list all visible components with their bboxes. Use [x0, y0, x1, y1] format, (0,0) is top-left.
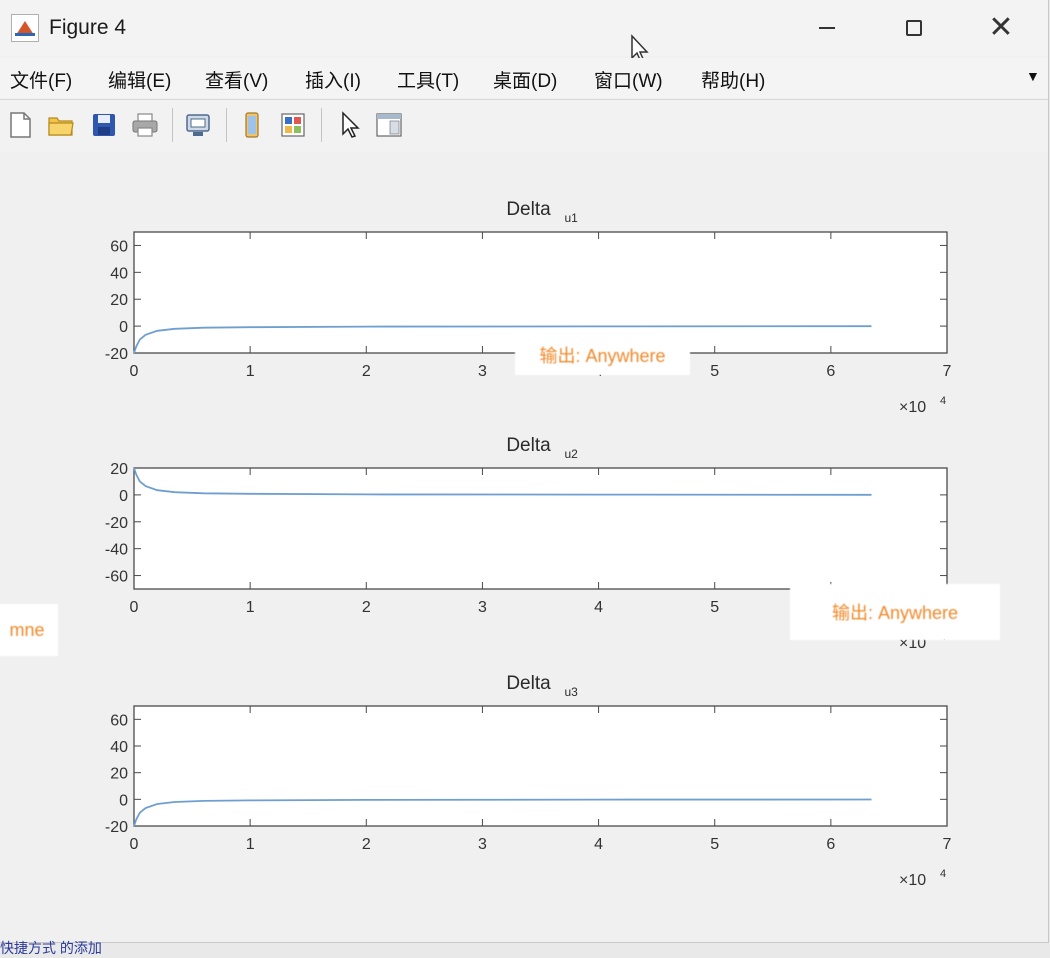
x-tick-label: 6	[826, 363, 835, 380]
y-tick-label: 0	[119, 319, 128, 336]
maximize-button[interactable]	[885, 8, 943, 48]
y-tick-label: -60	[105, 569, 128, 586]
status-text: 快捷方式 的添加	[0, 940, 102, 956]
menu-desktop[interactable]: 桌面(D)	[493, 66, 557, 93]
watermark-overlay: mne	[0, 604, 58, 656]
x-exponent-label: ×10	[899, 872, 926, 889]
x-tick-label: 7	[943, 836, 952, 853]
y-tick-label: -20	[105, 819, 128, 836]
x-tick-label: 0	[130, 836, 139, 853]
y-tick-label: 40	[110, 739, 128, 756]
matlab-figure-icon	[11, 14, 39, 42]
y-tick-label: 0	[119, 792, 128, 809]
menu-edit[interactable]: 编辑(E)	[108, 66, 171, 93]
figure-window: Figure 4 ✕ 文件(F) 编辑(E) 查看(V) 插入(I) 工具(T)…	[0, 0, 1049, 943]
subplot-canvas: Deltau1012345676040200-20×104Deltau20123…	[105, 199, 952, 889]
x-tick-label: 2	[362, 599, 371, 616]
x-tick-label: 5	[710, 836, 719, 853]
x-exponent-power: 4	[940, 395, 946, 407]
maximize-icon	[906, 20, 922, 36]
y-tick-label: 20	[110, 292, 128, 309]
menu-view[interactable]: 查看(V)	[205, 66, 268, 93]
insert-colorbar-icon[interactable]	[278, 110, 308, 140]
title-bar: Figure 4 ✕	[0, 0, 1048, 56]
link-plot-icon[interactable]	[237, 110, 267, 140]
y-tick-label: 60	[110, 712, 128, 729]
menu-help[interactable]: 帮助(H)	[701, 66, 765, 93]
y-tick-label: 60	[110, 238, 128, 255]
axes-box	[133, 705, 948, 827]
subplot-1: Deltau1012345676040200-20×104	[105, 199, 952, 416]
menu-tools[interactable]: 工具(T)	[397, 66, 459, 93]
x-tick-label: 1	[246, 599, 255, 616]
figure-toolbar	[0, 99, 1048, 153]
y-tick-label: -20	[105, 515, 128, 532]
toolbar-separator	[172, 108, 173, 142]
y-tick-label: 0	[119, 488, 128, 505]
subplot-title-subscript: u1	[565, 211, 579, 225]
x-tick-label: 1	[246, 363, 255, 380]
window-title: Figure 4	[49, 16, 127, 39]
figure-canvas: Deltau1012345676040200-20×104Deltau20123…	[0, 152, 1048, 942]
y-tick-label: 20	[110, 766, 128, 783]
menu-file[interactable]: 文件(F)	[10, 66, 72, 93]
print-icon[interactable]	[130, 110, 160, 140]
x-tick-label: 4	[594, 836, 603, 853]
minimize-icon	[819, 27, 835, 29]
toolbar-separator	[226, 108, 227, 142]
x-tick-label: 2	[362, 836, 371, 853]
x-tick-label: 3	[478, 836, 487, 853]
x-tick-label: 3	[478, 599, 487, 616]
x-exponent-label: ×10	[899, 399, 926, 416]
subplot-3: Delta u30 1 2 3 4 5 6 76040200-20×10 4	[105, 673, 952, 889]
open-folder-icon[interactable]	[46, 110, 76, 140]
watermark-overlay: 输出: Anywhere	[515, 335, 690, 375]
pointer-icon[interactable]	[334, 110, 364, 140]
x-tick-label: 4	[594, 599, 603, 616]
subplot-title: Delta	[506, 435, 551, 456]
menu-insert[interactable]: 插入(I)	[305, 66, 361, 93]
toolbar-separator	[321, 108, 322, 142]
x-tick-label: 0	[130, 363, 139, 380]
copy-figure-icon[interactable]	[183, 110, 213, 140]
subplot-title-subscript: u3	[565, 685, 579, 699]
menu-overflow-icon[interactable]: ▼	[1026, 68, 1040, 84]
menu-window[interactable]: 窗口(W)	[594, 66, 663, 93]
x-exponent-power: 4	[940, 868, 946, 880]
x-tick-label: 7	[943, 363, 952, 380]
close-button[interactable]: ✕	[972, 8, 1030, 48]
subplot-title: Delta	[506, 199, 551, 220]
property-editor-icon[interactable]	[374, 110, 404, 140]
y-tick-label: 20	[110, 461, 128, 478]
watermark-overlay: 输出: Anywhere	[790, 584, 1000, 640]
save-icon[interactable]	[89, 110, 119, 140]
close-icon: ✕	[988, 11, 1014, 44]
subplot-title: Delta	[506, 673, 551, 694]
new-file-icon[interactable]	[5, 110, 35, 140]
x-tick-label: 1	[246, 836, 255, 853]
x-tick-label: 5	[710, 599, 719, 616]
axes-box	[133, 467, 948, 590]
y-tick-label: -40	[105, 542, 128, 559]
menu-bar: 文件(F) 编辑(E) 查看(V) 插入(I) 工具(T) 桌面(D) 窗口(W…	[0, 58, 1048, 98]
x-tick-label: 6	[826, 836, 835, 853]
minimize-button[interactable]	[798, 8, 856, 48]
x-tick-label: 5	[710, 363, 719, 380]
subplot-title-subscript: u2	[565, 447, 579, 461]
y-tick-label: 40	[110, 265, 128, 282]
x-tick-label: 3	[478, 363, 487, 380]
x-tick-label: 2	[362, 363, 371, 380]
x-tick-label: 0	[130, 599, 139, 616]
y-tick-label: -20	[105, 346, 128, 363]
